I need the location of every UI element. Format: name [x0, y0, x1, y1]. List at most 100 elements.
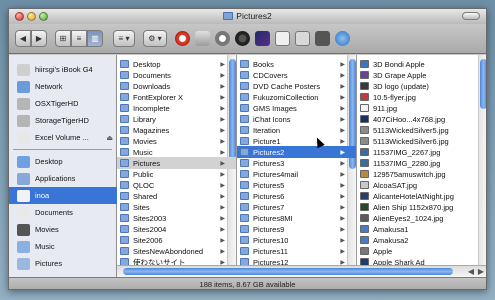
folder-icon — [240, 247, 249, 255]
item-label: 使わないサイト — [133, 257, 186, 266]
sidebar-device-item[interactable]: hiirsgi's iBook G4 — [9, 61, 117, 78]
sidebar-place-item[interactable]: Desktop — [9, 153, 117, 170]
scroll-left-arrow-icon[interactable]: ◀ — [468, 267, 474, 276]
list-item[interactable]: 使わないサイト ▶ — [117, 256, 236, 265]
item-label: Pictures3 — [253, 158, 285, 168]
arrange-icon: ≡ ▾ — [118, 34, 130, 43]
image-thumbnail-icon — [360, 137, 369, 145]
folder-icon — [120, 192, 129, 200]
item-label: 911.jpg — [373, 103, 398, 113]
sidebar-item-label: Network — [35, 82, 63, 91]
sidebar-place-item[interactable]: Music — [9, 238, 117, 255]
sidebar-item-label: Excel Volume ... — [35, 133, 89, 142]
scroll-right-arrow-icon[interactable]: ▶ — [478, 267, 484, 276]
folder-icon — [240, 225, 249, 233]
sidebar-place-item[interactable]: Documents — [9, 204, 117, 221]
image-thumbnail-icon — [360, 258, 369, 265]
item-label: SitesNewAbondoned — [133, 246, 204, 256]
item-label: Pictures5 — [253, 180, 285, 190]
sidebar-item-label: hiirsgi's iBook G4 — [35, 65, 93, 74]
item-label: FontExplorer X — [133, 92, 184, 102]
item-label: DVD Cache Posters — [253, 81, 321, 91]
item-label: Music — [133, 147, 153, 157]
disclosure-arrow-icon: ▶ — [220, 171, 225, 178]
item-label: AlicanteHotelAtNight.jpg — [373, 191, 454, 201]
disclosure-arrow-icon: ▶ — [220, 248, 225, 255]
document-icon[interactable] — [275, 31, 290, 46]
folder-icon — [240, 170, 249, 178]
sidebar-item-label: Music — [35, 242, 55, 251]
item-label: AlienEyes2_1024.jpg — [373, 213, 444, 223]
sidebar-item-label: Applications — [35, 174, 76, 183]
eject-icon[interactable] — [195, 31, 210, 46]
sidebar-place-item[interactable]: inoa — [9, 187, 117, 204]
sidebar-item-label: OSXTigerHD — [35, 99, 79, 108]
disclosure-arrow-icon: ▶ — [220, 237, 225, 244]
item-label: AlcoaSAT.jpg — [373, 180, 418, 190]
disclosure-arrow-icon: ▶ — [220, 61, 225, 68]
eject-icon[interactable]: ⏏ — [106, 134, 113, 142]
horizontal-scrollbar[interactable]: ◀ ▶ — [117, 265, 486, 277]
folder-icon — [240, 148, 249, 156]
pictures-icon — [17, 257, 30, 270]
item-label: 10.5-flyer.jpg — [373, 92, 416, 102]
disclosure-arrow-icon: ▶ — [340, 138, 345, 145]
sidebar-device-item[interactable]: Excel Volume ... ⏏ — [9, 129, 117, 146]
globe-icon — [17, 80, 30, 93]
column-pictures: Books ▶ CDCovers ▶ DVD Cache Posters ▶ Fukuzom… — [237, 55, 357, 265]
movies-icon — [17, 223, 30, 236]
sidebar-item-label: Pictures — [35, 259, 63, 268]
sidebar-device-item[interactable]: StorageTigerHD — [9, 112, 117, 129]
disclosure-arrow-icon: ▶ — [340, 193, 345, 200]
forward-button[interactable]: ▶ — [31, 30, 47, 47]
hard-drive-icon — [17, 114, 30, 127]
info-icon[interactable] — [295, 31, 310, 46]
folder-icon — [223, 12, 234, 20]
item-label: 3D logo (update) — [373, 81, 429, 91]
sidebar-device-item[interactable]: OSXTigerHD — [9, 95, 117, 112]
column-view-button[interactable]: ▥ — [87, 30, 103, 47]
image-thumbnail-icon — [360, 126, 369, 134]
sidebar-place-item[interactable]: Movies — [9, 221, 117, 238]
item-label: Apple Shark Ad — [373, 257, 425, 266]
application-icon[interactable] — [255, 31, 270, 46]
toolbar-toggle-button[interactable] — [462, 12, 480, 20]
folder-icon — [120, 137, 129, 145]
list-item[interactable]: Apple Shark Ad — [357, 256, 486, 266]
disk-utility-icon[interactable] — [235, 31, 250, 46]
list-item[interactable]: Pictures12 ▶ — [237, 256, 356, 265]
gear-icon: ⚙ ▾ — [148, 34, 162, 43]
column-view-icon: ▥ — [91, 34, 99, 43]
folder-icon — [240, 93, 249, 101]
item-label: 11537IMG_2267.jpg — [373, 147, 441, 157]
item-label: Pictures11 — [253, 246, 288, 256]
burn-icon[interactable] — [215, 31, 230, 46]
arrange-button[interactable]: ≡ ▾ — [113, 30, 135, 47]
horizontal-scroll-thumb[interactable] — [123, 268, 453, 275]
folder-icon — [240, 159, 249, 167]
home-icon — [17, 189, 30, 202]
sidebar-item-label: Desktop — [35, 157, 63, 166]
disclosure-arrow-icon: ▶ — [340, 171, 345, 178]
disclosure-arrow-icon: ▶ — [220, 94, 225, 101]
sidebar-device-item[interactable]: Network — [9, 78, 117, 95]
terminal-icon[interactable] — [315, 31, 330, 46]
icon-view-button[interactable]: ⊞ — [55, 30, 71, 47]
folder-icon — [240, 214, 249, 222]
item-label: Downloads — [133, 81, 171, 91]
item-label: Apple — [373, 246, 393, 256]
list-view-button[interactable]: ≡ — [71, 30, 87, 47]
disclosure-arrow-icon: ▶ — [340, 248, 345, 255]
folder-icon — [240, 236, 249, 244]
sidebar-place-item[interactable]: Pictures — [9, 255, 117, 272]
no-entry-icon[interactable] — [175, 31, 190, 46]
title-bar[interactable]: Pictures2 — [9, 9, 486, 24]
window-title-wrap: Pictures2 — [9, 11, 486, 21]
sidebar-place-item[interactable]: Applications — [9, 170, 117, 187]
item-label: Pictures4mail — [253, 169, 299, 179]
forward-arrow-icon: ▶ — [35, 34, 43, 43]
back-button[interactable]: ◀ — [15, 30, 31, 47]
action-button[interactable]: ⚙ ▾ — [143, 30, 167, 47]
network-icon[interactable] — [335, 31, 350, 46]
folder-icon — [240, 82, 249, 90]
